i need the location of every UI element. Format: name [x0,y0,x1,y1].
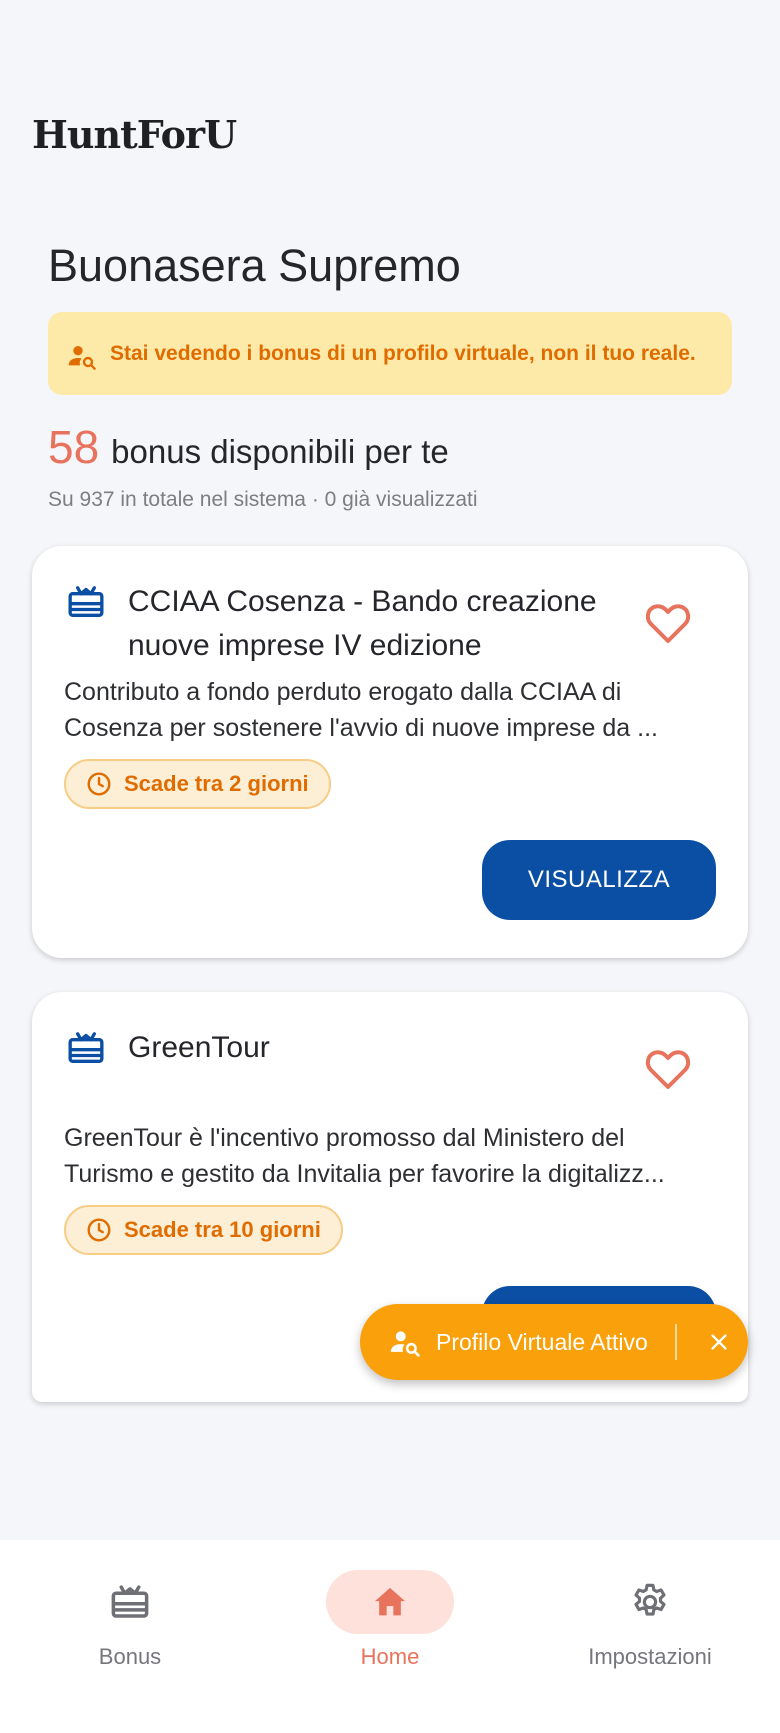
nav-item-bonus[interactable]: Bonus [30,1570,230,1670]
app-title: HuntForU [32,112,237,157]
deadline-badge: Scade tra 10 giorni [64,1205,343,1255]
nav-label-home: Home [360,1644,420,1669]
bonus-count-number: 58 [48,421,100,473]
bonus-description: Contributo a fondo perduto erogato dalla… [64,678,658,742]
bonus-description: GreenTour è l'incentivo promosso dal Min… [64,1124,665,1188]
deadline-text: Scade tra 2 giorni [124,771,309,796]
pill-divider [675,1324,677,1360]
virtual-profile-active-pill[interactable]: Profilo Virtuale Attivo [360,1304,748,1380]
bonus-title: GreenTour [128,1031,270,1064]
nav-item-home[interactable]: Home [290,1570,490,1670]
bottom-navigation: Bonus Home Impostazioni [0,1540,780,1733]
deadline-text: Scade tra 10 giorni [124,1217,321,1242]
home-icon [375,1587,405,1616]
bonus-card[interactable]: CCIAA Cosenza - Bando creazione nuove im… [32,546,748,958]
virtual-profile-label: Profilo Virtuale Attivo [436,1328,648,1355]
nav-label-bonus: Bonus [98,1644,162,1669]
banner-text: Stai vedendo i bonus di un profilo virtu… [110,341,696,365]
close-virtual-profile-button[interactable] [690,1304,748,1380]
heart-icon[interactable] [644,1046,692,1090]
bonus-title: CCIAA Cosenza - Bando creazione nuove im… [128,585,597,662]
view-button[interactable]: VISUALIZZA [482,840,716,920]
nav-settings-pill [586,1570,714,1634]
deadline-badge: Scade tra 2 giorni [64,759,331,809]
clock-icon [87,1218,111,1242]
gear-icon [634,1583,666,1616]
greeting-heading: Buonasera Supremo [48,240,461,291]
bonus-count-text: bonus disponibili per te [111,433,449,470]
nav-bonus-pill [66,1570,194,1634]
virtual-profile-banner: Stai vedendo i bonus di un profilo virtu… [48,312,732,395]
totals-text: Su 937 in totale nel sistema · 0 già vis… [48,488,478,511]
nav-home-pill [326,1570,454,1634]
bonus-count: 58 bonus disponibili per te [48,420,449,474]
nav-label-settings: Impostazioni [588,1644,712,1669]
nav-item-settings[interactable]: Impostazioni [550,1570,750,1670]
gift-card-icon [111,1585,149,1618]
gift-card-icon [68,586,104,617]
close-icon [711,1334,727,1350]
gift-card-icon [68,1032,104,1063]
heart-icon[interactable] [644,600,692,644]
user-search-icon [390,1331,420,1357]
user-search-icon [68,345,96,370]
clock-icon [87,772,111,796]
